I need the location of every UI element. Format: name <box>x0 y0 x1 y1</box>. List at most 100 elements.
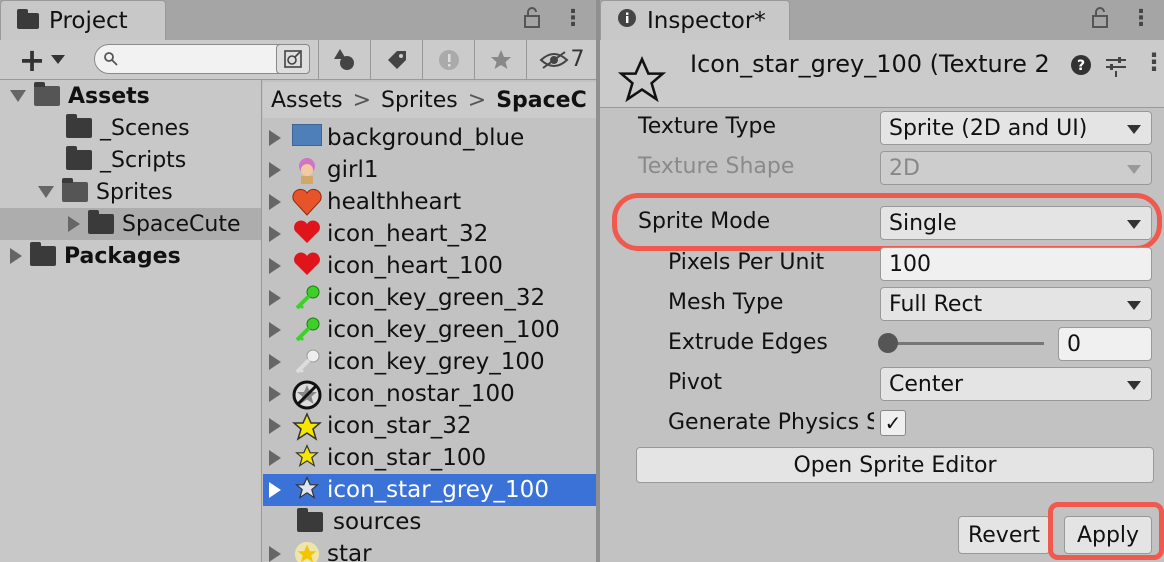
search-by-type-button[interactable] <box>276 44 310 74</box>
pivot-dropdown[interactable]: Center <box>880 367 1152 401</box>
expand-arrow-icon[interactable] <box>269 194 281 210</box>
search-input[interactable] <box>123 47 273 71</box>
expand-arrow-icon[interactable] <box>10 248 22 264</box>
expand-arrow-icon[interactable] <box>269 482 281 498</box>
expand-arrow-icon[interactable] <box>269 418 281 434</box>
list-item[interactable]: icon_heart_32 <box>263 218 596 250</box>
pixels-per-unit-input[interactable]: 100 <box>880 247 1152 281</box>
expand-arrow-icon[interactable] <box>269 130 281 146</box>
breadcrumb-sprites[interactable]: Sprites <box>381 88 458 113</box>
list-item[interactable]: icon_heart_100 <box>263 250 596 282</box>
extrude-edges-slider-track[interactable] <box>882 342 1044 345</box>
filter-by-label-button[interactable] <box>370 40 422 79</box>
generate-physics-checkbox[interactable]: ✓ <box>880 410 906 436</box>
breadcrumb-separator: > <box>467 87 487 113</box>
asset-title: Icon_star_grey_100 (Texture 2 <box>690 50 1050 78</box>
hidden-packages-button[interactable]: 7 <box>526 40 596 79</box>
expand-arrow-icon[interactable] <box>269 386 281 402</box>
tab-project-label: Project <box>49 7 128 34</box>
mesh-type-dropdown[interactable]: Full Rect <box>880 287 1152 321</box>
tree-item-label: Assets <box>68 83 150 109</box>
list-item[interactable]: icon_key_green_100 <box>263 314 596 346</box>
expand-arrow-icon[interactable] <box>269 354 281 370</box>
breadcrumb-assets[interactable]: Assets <box>271 88 343 113</box>
lock-icon[interactable] <box>1090 6 1110 36</box>
asset-name: icon_star_100 <box>327 445 487 471</box>
list-item[interactable]: star <box>263 538 596 562</box>
expand-arrow-icon[interactable] <box>38 186 54 198</box>
expand-arrow-icon[interactable] <box>269 290 281 306</box>
tab-inspector-label: Inspector* <box>647 7 766 34</box>
list-item[interactable]: icon_nostar_100 <box>263 378 596 410</box>
expand-arrow-icon[interactable] <box>269 450 281 466</box>
tree-item-scenes[interactable]: _Scenes <box>66 112 190 144</box>
extrude-edges-slider-handle[interactable] <box>878 333 898 353</box>
folder-icon <box>297 508 323 532</box>
pixels-per-unit-value: 100 <box>889 251 931 277</box>
tab-project[interactable]: Project <box>0 0 166 40</box>
help-icon[interactable]: ? <box>1070 54 1092 80</box>
revert-button[interactable]: Revert <box>958 516 1050 554</box>
panel-menu-icon[interactable]: ⋮ <box>1130 6 1152 31</box>
chevron-down-icon <box>1127 301 1141 310</box>
texture-type-dropdown[interactable]: Sprite (2D and UI) <box>880 111 1152 145</box>
panel-menu-icon[interactable]: ⋮ <box>562 6 584 31</box>
red-heart-icon <box>291 220 323 248</box>
tree-item-packages[interactable]: Packages <box>10 240 181 272</box>
list-item[interactable]: icon_key_green_32 <box>263 282 596 314</box>
list-item[interactable]: sources <box>263 506 596 538</box>
tab-inspector[interactable]: Inspector* <box>600 0 790 40</box>
list-item[interactable]: background_blue <box>263 122 596 154</box>
expand-arrow-icon[interactable] <box>269 322 281 338</box>
folder-icon <box>17 8 39 29</box>
chevron-down-icon <box>1127 125 1141 134</box>
inspector-header: Icon_star_grey_100 (Texture 2 ? ⋮ <box>600 40 1164 108</box>
tree-item-scripts[interactable]: _Scripts <box>66 144 186 176</box>
search-icon <box>103 51 119 71</box>
list-item[interactable]: healthheart <box>263 186 596 218</box>
tree-item-sprites[interactable]: Sprites <box>38 176 173 208</box>
filter-log-button[interactable] <box>422 40 474 79</box>
yellow-star-icon <box>291 444 323 472</box>
list-item[interactable]: icon_key_grey_100 <box>263 346 596 378</box>
inspector-menu-icon[interactable]: ⋮ <box>1142 48 1164 76</box>
breadcrumb-spacecute[interactable]: SpaceC <box>496 88 587 113</box>
glow-star-icon <box>291 540 323 562</box>
red-heart-icon <box>291 252 323 280</box>
list-item-selected[interactable]: icon_star_grey_100 <box>263 474 596 506</box>
lock-icon[interactable] <box>522 6 542 36</box>
add-asset-button[interactable]: + <box>0 40 84 79</box>
inspector-tabbar: Inspector* ⋮ <box>600 0 1164 40</box>
expand-arrow-icon[interactable] <box>10 90 26 102</box>
favorites-button[interactable] <box>474 40 526 79</box>
tree-item-label: _Scripts <box>100 147 187 173</box>
plus-icon: + <box>18 40 46 79</box>
tree-item-spacecute[interactable]: SpaceCute <box>0 208 261 240</box>
folder-open-icon <box>62 178 88 202</box>
filter-by-type-button[interactable] <box>318 40 370 79</box>
chevron-down-icon <box>1127 381 1141 390</box>
star-filter-icon <box>490 49 511 69</box>
extrude-edges-input[interactable]: 0 <box>1058 327 1152 361</box>
folder-icon <box>66 114 92 138</box>
preset-settings-icon[interactable] <box>1104 54 1128 82</box>
shapes-icon <box>333 48 354 70</box>
tree-item-label: Sprites <box>96 179 173 205</box>
expand-arrow-icon[interactable] <box>269 226 281 242</box>
info-disabled-icon <box>438 49 459 70</box>
tree-item-assets[interactable]: Assets <box>10 80 150 112</box>
expand-arrow-icon[interactable] <box>269 258 281 274</box>
open-sprite-editor-button[interactable]: Open Sprite Editor <box>636 447 1154 483</box>
expand-arrow-icon[interactable] <box>68 216 80 232</box>
expand-arrow-icon[interactable] <box>269 546 281 562</box>
expand-arrow-icon[interactable] <box>269 162 281 178</box>
asset-list: background_blue girl1 healthheart icon_h… <box>263 120 596 562</box>
list-item[interactable]: icon_star_32 <box>263 410 596 442</box>
star-outline-icon <box>617 56 667 108</box>
asset-name: healthheart <box>327 189 462 215</box>
list-item[interactable]: icon_star_100 <box>263 442 596 474</box>
apply-highlight <box>1048 502 1164 560</box>
list-item[interactable]: girl1 <box>263 154 596 186</box>
project-tabbar: Project ⋮ <box>0 0 596 40</box>
svg-text:?: ? <box>1077 58 1085 74</box>
